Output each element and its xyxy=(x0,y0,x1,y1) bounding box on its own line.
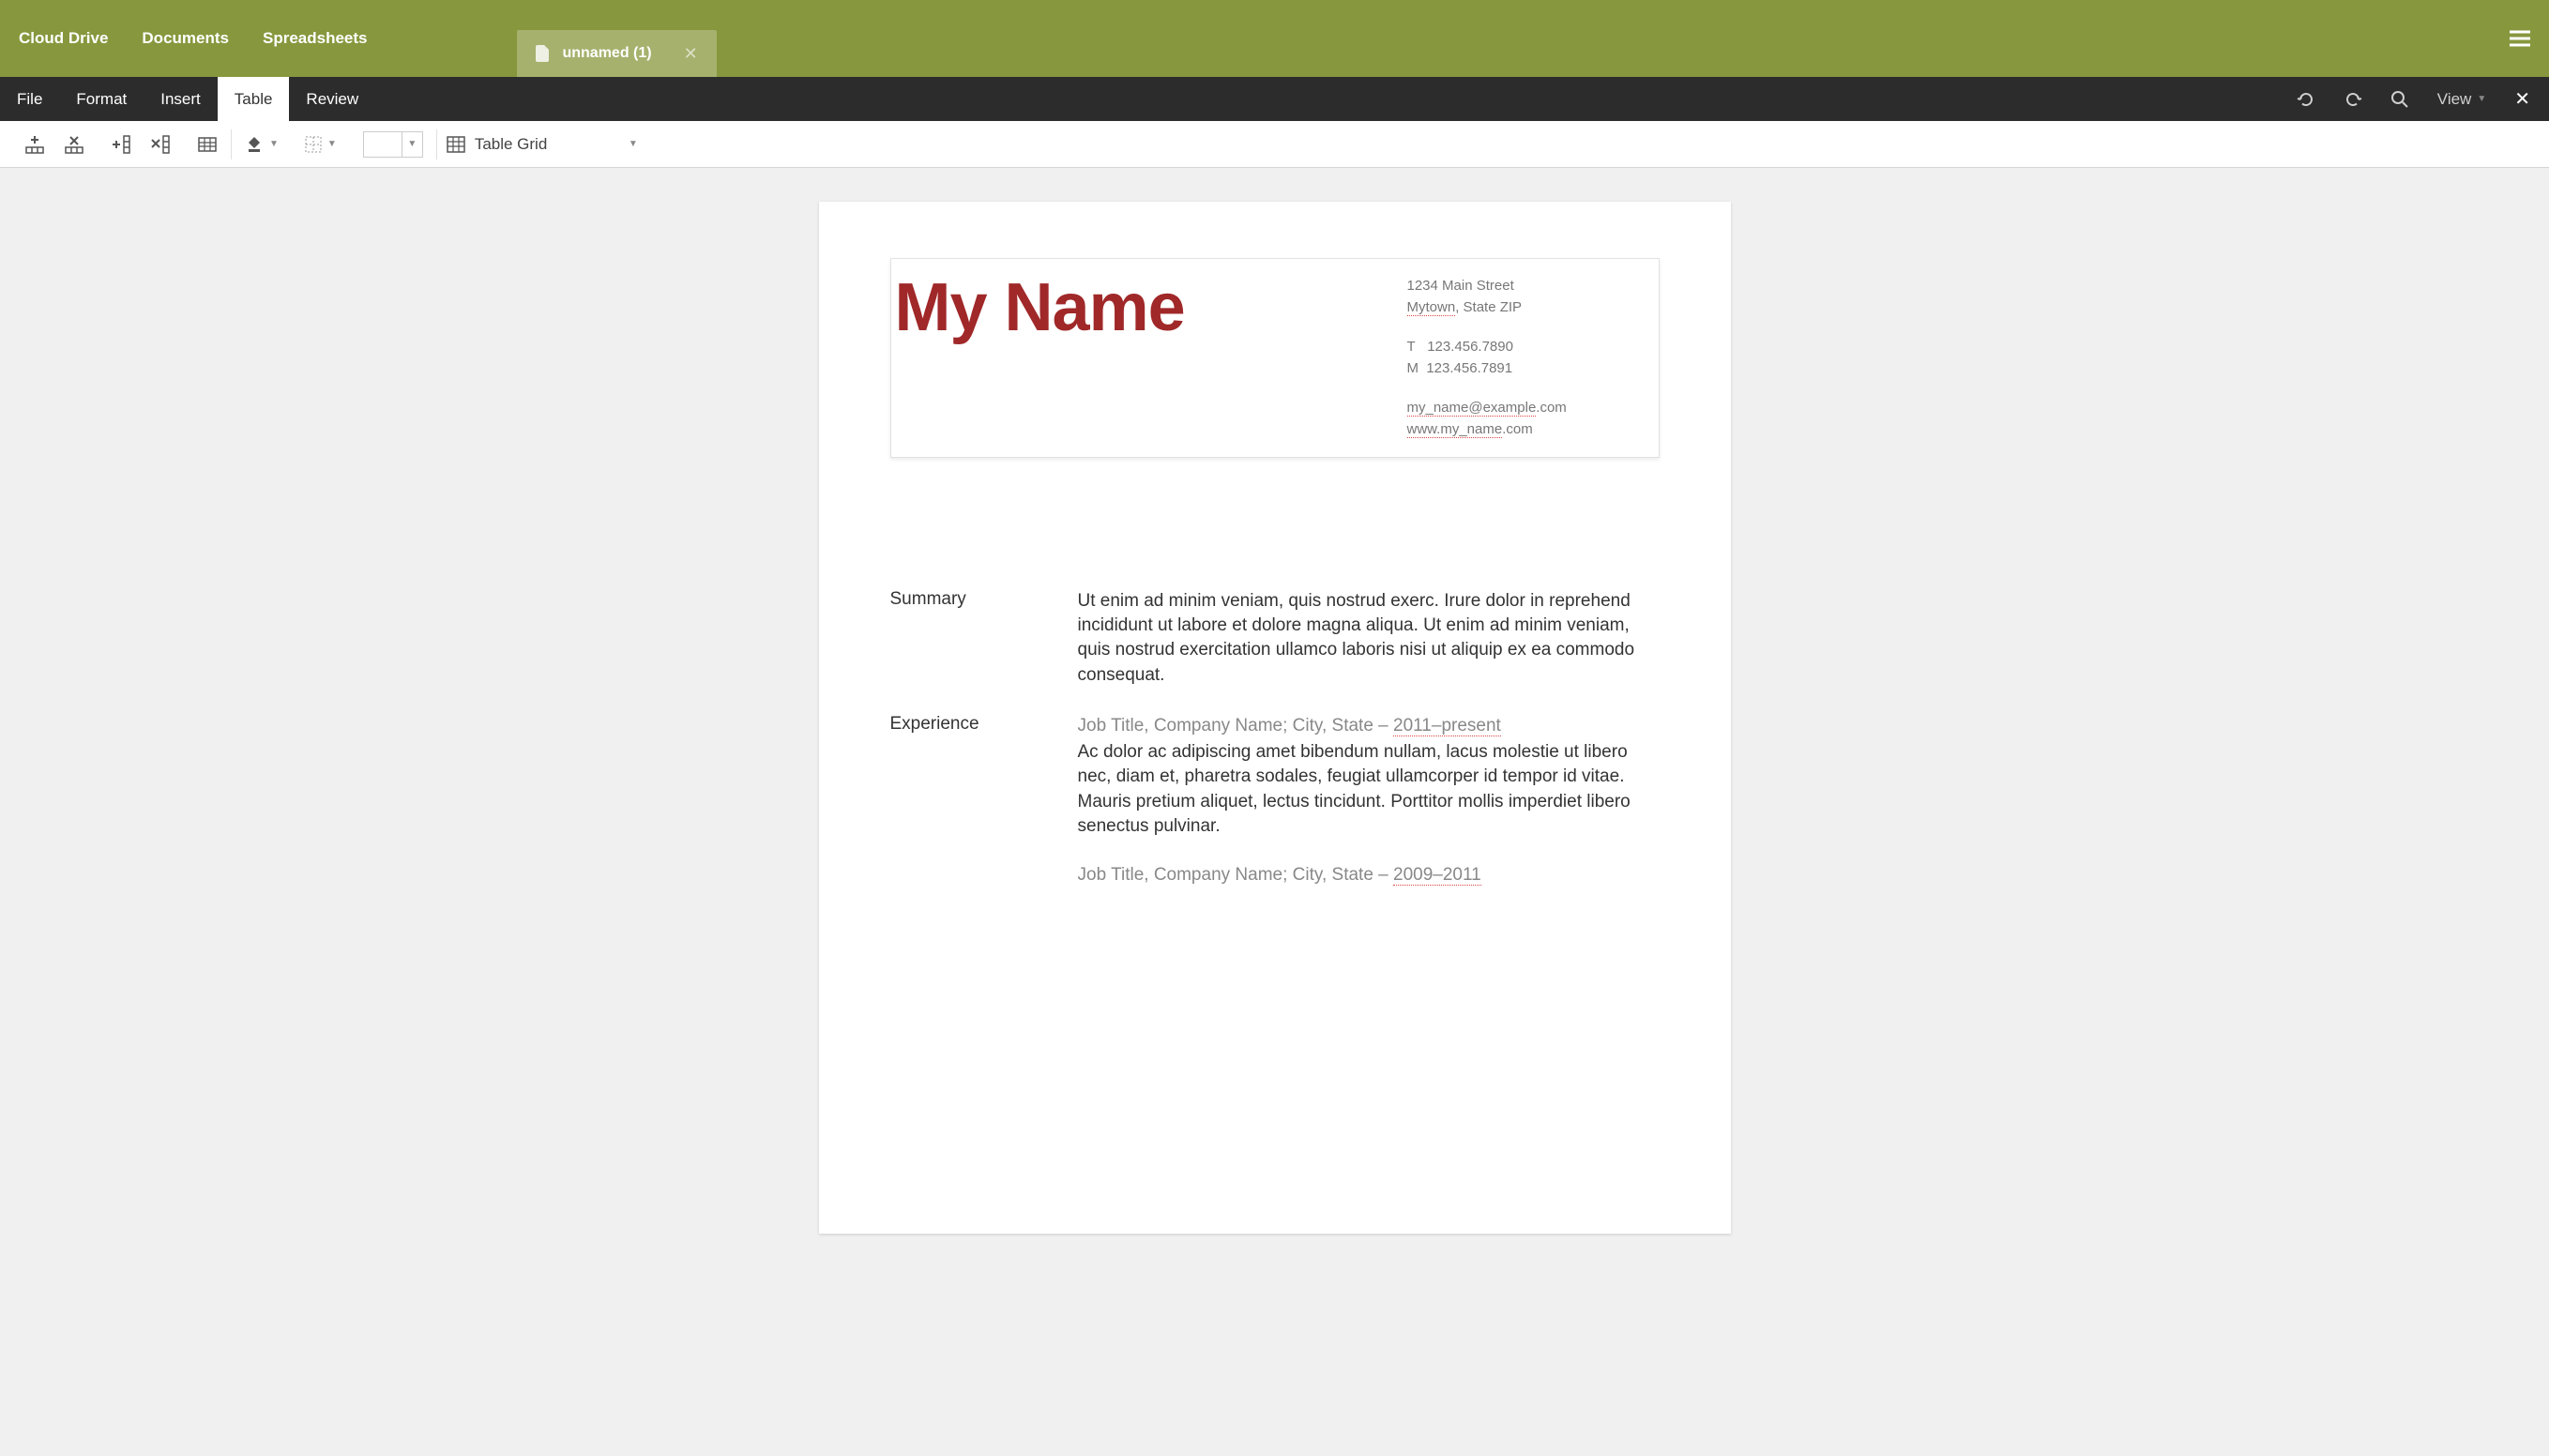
document-tab[interactable]: unnamed (1) ✕ xyxy=(517,30,716,77)
border-color-swatch[interactable] xyxy=(363,131,402,158)
menu-left: File Format Insert Table Review xyxy=(0,77,375,121)
close-panel-icon[interactable]: ✕ xyxy=(2514,87,2530,111)
document-tab-title: unnamed (1) xyxy=(562,45,651,62)
contact-cell[interactable]: 1234 Main Street Mytown, State ZIP T 123… xyxy=(1407,276,1632,440)
nav-spreadsheets[interactable]: Spreadsheets xyxy=(263,29,368,48)
menu-review[interactable]: Review xyxy=(289,77,375,121)
delete-row-icon[interactable] xyxy=(64,134,84,155)
view-label: View xyxy=(2437,90,2472,109)
name-cell[interactable]: My Name xyxy=(895,276,1407,440)
table-grid-icon[interactable] xyxy=(197,134,218,155)
contact-street: 1234 Main Street xyxy=(1407,276,1632,297)
insert-column-icon[interactable] xyxy=(111,134,131,155)
chevron-down-icon: ▼ xyxy=(327,139,337,149)
top-bar: Cloud Drive Documents Spreadsheets unnam… xyxy=(0,0,2549,77)
close-tab-icon[interactable]: ✕ xyxy=(684,44,698,64)
summary-text[interactable]: Ut enim ad minim veniam, quis nostrud ex… xyxy=(1078,589,1660,688)
top-nav: Cloud Drive Documents Spreadsheets xyxy=(19,20,367,57)
menu-file[interactable]: File xyxy=(0,77,59,121)
table-style-label: Table Grid xyxy=(475,135,615,154)
contact-website: www.my_name.com xyxy=(1407,419,1632,441)
document-canvas[interactable]: My Name 1234 Main Street Mytown, State Z… xyxy=(0,168,2549,1456)
undo-icon[interactable] xyxy=(2297,90,2315,109)
nav-cloud-drive[interactable]: Cloud Drive xyxy=(19,29,108,48)
table-style-selector[interactable]: Table Grid ▼ xyxy=(437,135,647,154)
chevron-down-icon: ▼ xyxy=(629,139,638,149)
resume-name: My Name xyxy=(895,276,1407,340)
menu-table[interactable]: Table xyxy=(218,77,290,121)
chevron-down-icon: ▼ xyxy=(2477,94,2486,104)
view-dropdown[interactable]: View ▼ xyxy=(2437,90,2486,109)
cell-shading-dropdown[interactable]: ▼ xyxy=(245,135,279,154)
redo-icon[interactable] xyxy=(2344,90,2362,109)
hamburger-menu-icon[interactable] xyxy=(2510,30,2530,47)
section-experience[interactable]: Experience Job Title, Company Name; City… xyxy=(890,714,1660,889)
search-icon[interactable] xyxy=(2390,90,2409,109)
contact-phone-m: M 123.456.7891 xyxy=(1407,358,1632,380)
table-toolbar: ▼ ▼ ▼ Table Grid ▼ xyxy=(0,121,2549,168)
section-label-experience: Experience xyxy=(890,714,1078,889)
job-header: Job Title, Company Name; City, State – 2… xyxy=(1078,863,1660,887)
menu-insert[interactable]: Insert xyxy=(144,77,218,121)
contact-city-state: Mytown, State ZIP xyxy=(1407,297,1632,319)
menu-format[interactable]: Format xyxy=(59,77,144,121)
delete-column-icon[interactable] xyxy=(150,134,171,155)
page[interactable]: My Name 1234 Main Street Mytown, State Z… xyxy=(819,202,1731,1234)
job-header: Job Title, Company Name; City, State – 2… xyxy=(1078,714,1660,738)
section-summary[interactable]: Summary Ut enim ad minim veniam, quis no… xyxy=(890,589,1660,688)
job-body: Ac dolor ac adipiscing amet bibendum nul… xyxy=(1078,740,1660,839)
resume-header-table[interactable]: My Name 1234 Main Street Mytown, State Z… xyxy=(890,258,1660,458)
border-color-dropdown[interactable]: ▼ xyxy=(402,131,423,158)
contact-email: my_name@example.com xyxy=(1407,398,1632,419)
insert-row-icon[interactable] xyxy=(24,134,45,155)
document-icon xyxy=(536,45,549,62)
experience-body[interactable]: Job Title, Company Name; City, State – 2… xyxy=(1078,714,1660,889)
borders-dropdown[interactable]: ▼ xyxy=(305,136,337,153)
menu-right: View ▼ ✕ xyxy=(2297,77,2549,121)
nav-documents[interactable]: Documents xyxy=(142,29,229,48)
contact-phone-t: T 123.456.7890 xyxy=(1407,337,1632,358)
chevron-down-icon: ▼ xyxy=(269,139,279,149)
section-label-summary: Summary xyxy=(890,589,1078,688)
menu-bar: File Format Insert Table Review View ▼ ✕ xyxy=(0,77,2549,121)
